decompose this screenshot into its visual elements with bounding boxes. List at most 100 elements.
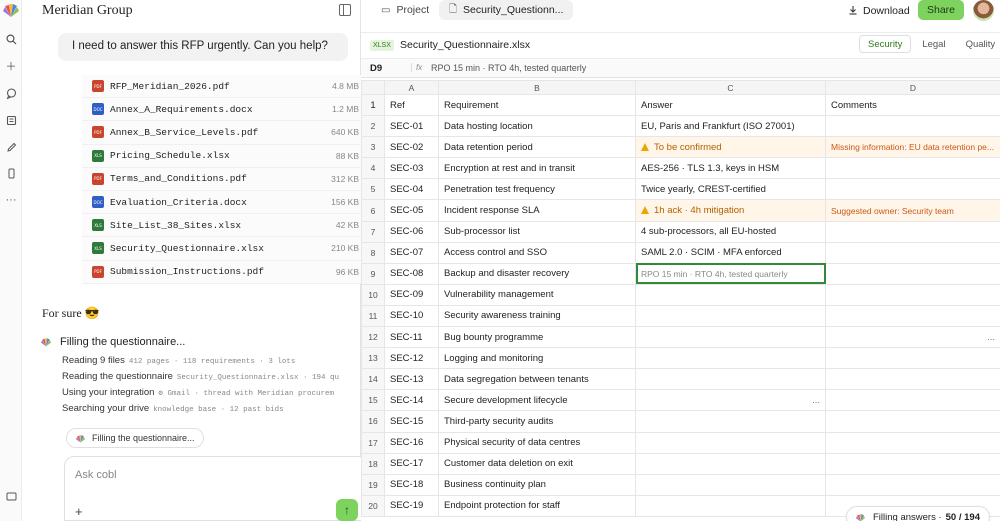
file-item[interactable]: XLS Security_Questionnaire.xlsx 210 KB <box>82 237 367 261</box>
app-logo-icon[interactable] <box>2 2 20 18</box>
cell-requirement[interactable]: Backup and disaster recovery <box>438 262 636 285</box>
cell-ref[interactable]: SEC-14 <box>384 389 439 412</box>
header-answer[interactable]: Answer <box>635 93 826 117</box>
attach-plus-icon[interactable]: + <box>75 504 83 519</box>
more-dots[interactable]: ... <box>812 395 820 406</box>
row-number[interactable]: 6 <box>361 199 385 222</box>
corner-cell[interactable] <box>361 80 385 95</box>
cell-requirement[interactable]: Data hosting location <box>438 115 636 138</box>
cell-requirement[interactable]: Business continuity plan <box>438 473 636 496</box>
header-comments[interactable]: Comments <box>825 93 1000 117</box>
cell-ref[interactable]: SEC-10 <box>384 304 439 328</box>
cell-answer[interactable] <box>635 347 826 370</box>
row-number[interactable]: 2 <box>361 115 385 138</box>
row-number[interactable]: 9 <box>361 262 385 285</box>
row-number[interactable]: 12 <box>361 326 385 349</box>
share-button[interactable]: Share <box>918 0 964 20</box>
cell-requirement[interactable]: Physical security of data centres <box>438 431 636 454</box>
row-number[interactable]: 17 <box>361 431 385 454</box>
column-header-d[interactable]: D <box>825 80 1000 95</box>
cell-requirement[interactable]: Incident response SLA <box>438 199 636 222</box>
cell-comment[interactable] <box>825 347 1000 370</box>
cell-ref[interactable]: SEC-03 <box>384 157 439 180</box>
cell-requirement[interactable]: Customer data deletion on exit <box>438 452 636 475</box>
cell-requirement[interactable]: Endpoint protection for staff <box>438 494 636 517</box>
row-number[interactable]: 13 <box>361 347 385 370</box>
cell-answer[interactable] <box>635 283 826 306</box>
send-button[interactable]: ↑ <box>336 499 358 521</box>
cell-answer[interactable]: AES-256 · TLS 1.3, keys in HSM <box>635 157 826 180</box>
avatar[interactable] <box>973 0 994 21</box>
cell-ref[interactable]: SEC-18 <box>384 473 439 496</box>
file-item[interactable]: PDF Submission_Instructions.pdf 96 KB <box>82 260 367 284</box>
header-requirement[interactable]: Requirement <box>438 93 636 117</box>
more-dots[interactable]: ... <box>987 332 995 343</box>
row-number[interactable]: 18 <box>361 452 385 475</box>
cell-answer[interactable]: EU, Paris and Frankfurt (ISO 27001) <box>635 115 826 138</box>
cell-ref[interactable]: SEC-17 <box>384 452 439 475</box>
sheet-tab-security[interactable]: Security <box>859 35 912 53</box>
filling-progress-badge[interactable]: Filling answers · 50 / 194 <box>846 506 990 521</box>
cell-requirement[interactable]: Data retention period <box>438 136 636 159</box>
cell-ref[interactable]: SEC-05 <box>384 199 439 222</box>
cell-answer[interactable]: ... <box>635 389 826 412</box>
row-number[interactable]: 3 <box>361 136 385 159</box>
tab-security-questionnaire[interactable]: 🗋 Security_Questionn... <box>439 0 574 20</box>
cell-comment[interactable] <box>825 241 1000 264</box>
tab-project[interactable]: ▭ Project <box>371 0 439 20</box>
cell-comment[interactable] <box>825 431 1000 454</box>
download-button[interactable]: Download <box>848 2 910 20</box>
file-item[interactable]: PDF Terms_and_Conditions.pdf 312 KB <box>82 167 367 191</box>
formula-bar[interactable]: D9 fx RPO 15 min · RTO 4h, tested quarte… <box>361 58 1000 78</box>
file-item[interactable]: XLS Pricing_Schedule.xlsx 88 KB <box>82 144 367 168</box>
more-icon[interactable]: ··· <box>3 192 19 208</box>
cell-answer[interactable] <box>635 326 826 349</box>
cell-answer[interactable]: 4 sub-processors, all EU-hosted <box>635 220 826 243</box>
cell-comment[interactable]: ... <box>825 326 1000 349</box>
sheet-tab-quality[interactable]: Quality <box>957 35 1000 53</box>
formula-value[interactable]: RPO 15 min · RTO 4h, tested quarterly <box>431 63 586 73</box>
cell-requirement[interactable]: Logging and monitoring <box>438 347 636 370</box>
file-item[interactable]: PDF Annex_B_Service_Levels.pdf 640 KB <box>82 121 367 145</box>
file-item[interactable]: DOC Evaluation_Criteria.docx 156 KB <box>82 190 367 215</box>
row-number[interactable]: 16 <box>361 410 385 433</box>
phone-icon[interactable] <box>3 165 19 181</box>
document-icon[interactable] <box>3 112 19 128</box>
cell-comment[interactable] <box>825 452 1000 475</box>
column-header-a[interactable]: A <box>384 80 439 95</box>
cell-comment[interactable] <box>825 389 1000 412</box>
cell-answer[interactable] <box>635 473 826 496</box>
cell-requirement[interactable]: Access control and SSO <box>438 241 636 264</box>
cell-answer[interactable] <box>635 431 826 454</box>
cell-ref[interactable]: SEC-12 <box>384 347 439 370</box>
cell-answer[interactable]: SAML 2.0 · SCIM · MFA enforced <box>635 241 826 264</box>
cell-comment[interactable] <box>825 115 1000 138</box>
sheet-tab-legal[interactable]: Legal <box>913 35 954 53</box>
cell-requirement[interactable]: Penetration test frequency <box>438 178 636 201</box>
cell-comment[interactable]: Missing information: EU data retention p… <box>825 136 1000 159</box>
cell-ref[interactable]: SEC-11 <box>384 326 439 349</box>
cell-requirement[interactable]: Bug bounty programme <box>438 326 636 349</box>
cell-answer[interactable] <box>635 494 826 517</box>
cell-answer[interactable] <box>635 368 826 391</box>
cell-comment[interactable] <box>825 178 1000 201</box>
progress-pill[interactable]: Filling the questionnaire... <box>66 428 204 448</box>
cell-comment[interactable] <box>825 220 1000 243</box>
panel-icon[interactable] <box>3 488 19 504</box>
row-number[interactable]: 14 <box>361 368 385 391</box>
plus-icon[interactable]: ＋ <box>3 58 19 74</box>
column-header-b[interactable]: B <box>438 80 636 95</box>
row-number[interactable]: 1 <box>361 93 385 117</box>
row-number[interactable]: 8 <box>361 241 385 264</box>
cell-answer[interactable] <box>635 304 826 328</box>
cell-ref[interactable]: SEC-16 <box>384 431 439 454</box>
cell-comment[interactable] <box>825 157 1000 180</box>
cell-ref[interactable]: SEC-08 <box>384 262 439 285</box>
row-number[interactable]: 10 <box>361 283 385 306</box>
file-item[interactable]: XLS Site_List_38_Sites.xlsx 42 KB <box>82 214 367 238</box>
cell-requirement[interactable]: Data segregation between tenants <box>438 368 636 391</box>
cell-comment[interactable]: Suggested owner: Security team <box>825 199 1000 222</box>
cell-ref[interactable]: SEC-01 <box>384 115 439 138</box>
cell-requirement[interactable]: Security awareness training <box>438 304 636 328</box>
cell-comment[interactable] <box>825 283 1000 306</box>
